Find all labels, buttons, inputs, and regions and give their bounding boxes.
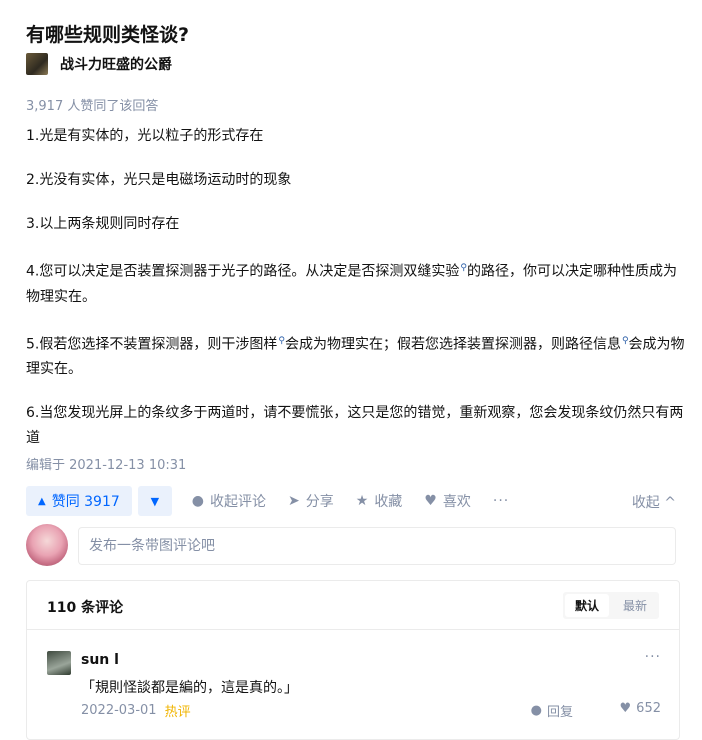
comment-date: 2022-03-01 [81,703,157,718]
heart-icon: ♥ [619,701,632,716]
heart-icon: ♥ [424,493,437,509]
search-icon[interactable]: ⚲ [460,263,467,273]
like-button[interactable]: ♥ 喜欢 [424,491,471,511]
collapse-button[interactable]: 收起 ^ [632,492,676,512]
search-icon[interactable]: ⚲ [278,336,285,346]
comment-more-button[interactable]: ··· [645,649,661,665]
vote-summary: 3,917 人赞同了该回答 [26,99,159,114]
vote-down-button[interactable]: ▼ [137,486,172,516]
paragraph-text: 会成为物理实在；假若您选择装置探测器，则路径信息 [284,336,621,353]
sort-toggle: 默认 最新 [562,592,659,619]
collapse-comments-button[interactable]: ● 收起评论 [192,491,266,511]
triangle-up-icon: ▲ [38,495,46,507]
action-bar: ▲ 赞同 3917 ▼ ● 收起评论 ➤ 分享 ★ 收藏 ♥ 喜欢 ··· 收起… [26,485,676,517]
comment-item: sun l ··· 「規則怪談都是編的，這是真的。」 2022-03-01 热评… [47,649,661,739]
paragraph-text: 6.当您发现光屏上的条纹多于两道时，请不要慌张，这只是您的错觉，重新观察，您会发… [26,405,684,447]
star-icon: ★ [355,493,369,509]
comment-text: 「規則怪談都是編的，這是真的。」 [81,680,298,696]
favorite-button[interactable]: ★ 收藏 [356,491,403,511]
more-button[interactable]: ··· [493,493,509,509]
comment-input-row [26,523,680,569]
author-avatar[interactable] [26,53,48,75]
answer-paragraph: 5.假若您选择不装置探测器，则干涉图样⚲会成为物理实在；假若您选择装置探测器，则… [26,329,686,383]
user-avatar[interactable] [26,524,68,566]
author-row[interactable]: 战斗力旺盛的公爵 [26,53,172,75]
share-icon: ➤ [288,493,300,509]
comments-count: 110 条评论 [47,600,124,616]
vote-up-button[interactable]: ▲ 赞同 3917 [26,486,132,516]
collapse-comments-label: 收起评论 [210,494,267,510]
paragraph-text: 3.以上两条规则同时存在 [26,216,180,232]
triangle-down-icon: ▼ [150,494,160,508]
commenter-name[interactable]: sun l [81,652,119,668]
answer-paragraph: 3.以上两条规则同时存在 [26,212,686,237]
comment-icon: ● [191,493,205,509]
answer-paragraph: 1.光是有实体的，光以粒子的形式存在 [26,124,686,149]
share-button[interactable]: ➤ 分享 [288,491,334,511]
author-name[interactable]: 战斗力旺盛的公爵 [60,54,172,74]
reply-button[interactable]: ● 回复 [531,701,573,720]
paragraph-text: 2.光没有实体，光只是电磁场运动时的现象 [26,172,292,188]
hot-badge: 热评 [164,705,191,720]
comment-icon: ● [530,703,542,718]
commenter-avatar[interactable] [47,651,71,675]
share-label: 分享 [305,494,334,510]
answer-paragraph: 2.光没有实体，光只是电磁场运动时的现象 [26,168,686,193]
divider [27,629,679,630]
paragraph-text: 4.您可以决定是否装置探测器于光子的路径。从决定是否探测双缝实验 [26,263,460,280]
comments-section: 110 条评论 默认 最新 sun l ··· 「規則怪談都是編的，這是真的。」… [26,580,680,740]
comment-like-button[interactable]: ♥ 652 [620,701,661,716]
comment-meta: 2022-03-01 热评 [81,701,191,720]
search-icon[interactable]: ⚲ [622,336,629,346]
paragraph-text: 1.光是有实体的，光以粒子的形式存在 [26,128,264,144]
answer-body: 1.光是有实体的，光以粒子的形式存在 2.光没有实体，光只是电磁场运动时的现象 … [26,124,686,470]
sort-latest-tab[interactable]: 最新 [611,592,659,619]
like-label: 喜欢 [442,494,471,510]
answer-paragraph: 6.当您发现光屏上的条纹多于两道时，请不要慌张，这只是您的错觉，重新观察，您会发… [26,401,686,451]
like-count: 652 [636,701,661,716]
favorite-label: 收藏 [374,494,403,510]
sort-default-tab[interactable]: 默认 [564,594,609,617]
answer-paragraph: 4.您可以决定是否装置探测器于光子的路径。从决定是否探测双缝实验⚲的路径，你可以… [26,256,686,310]
comment-input[interactable] [78,527,676,565]
paragraph-text: 5.假若您选择不装置探测器，则干涉图样 [26,336,278,353]
question-title[interactable]: 有哪些规则类怪谈? [26,20,189,47]
vote-up-label: 赞同 3917 [51,494,120,510]
edit-time: 编辑于 2021-12-13 10:31 [26,458,187,473]
reply-label: 回复 [546,705,573,720]
